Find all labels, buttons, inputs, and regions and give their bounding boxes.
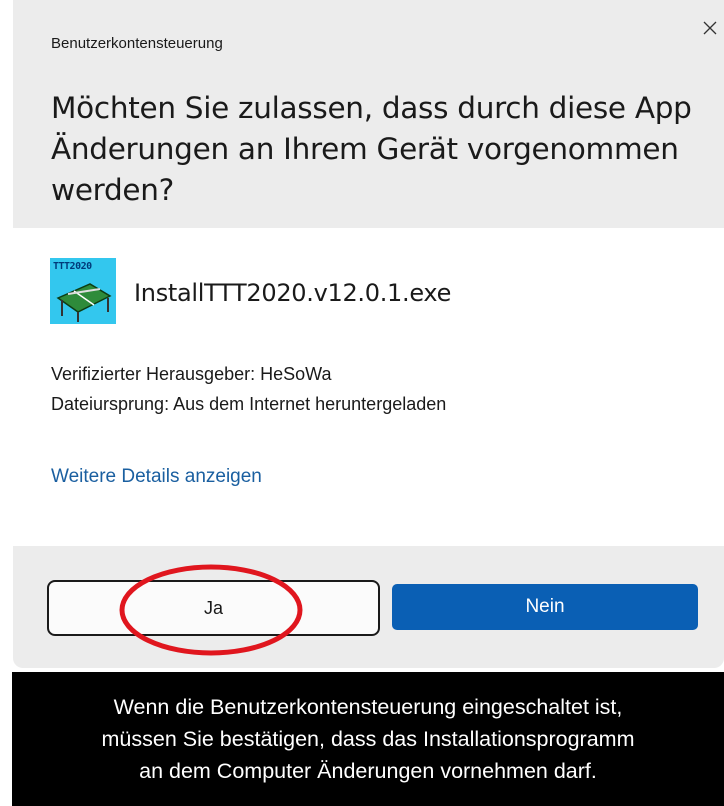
caption-box: Wenn die Benutzerkontensteuerung eingesc…: [12, 672, 724, 806]
app-icon-label: TTT2020: [53, 261, 92, 272]
dialog-footer: Ja Nein: [13, 546, 724, 668]
window-title: Benutzerkontensteuerung: [51, 35, 223, 52]
no-button[interactable]: Nein: [392, 584, 698, 630]
publisher-info: Verifizierter Herausgeber: HeSoWa: [51, 364, 332, 384]
caption-line: müssen Sie bestätigen, dass das Installa…: [101, 727, 635, 751]
app-icon: TTT2020: [50, 258, 116, 324]
more-details-link[interactable]: Weitere Details anzeigen: [51, 466, 262, 488]
app-file-name: InstallTTT2020.v12.0.1.exe: [134, 279, 452, 307]
close-button[interactable]: [696, 14, 724, 42]
yes-button[interactable]: Ja: [47, 580, 380, 636]
dialog-header: Benutzerkontensteuerung Möchten Sie zula…: [13, 0, 724, 228]
permission-question: Möchten Sie zulassen, dass durch diese A…: [51, 91, 692, 207]
close-icon: [703, 21, 717, 35]
uac-dialog: Benutzerkontensteuerung Möchten Sie zula…: [13, 0, 724, 668]
caption-line: an dem Computer Änderungen vornehmen dar…: [139, 759, 597, 783]
caption-line: Wenn die Benutzerkontensteuerung eingesc…: [113, 695, 623, 719]
origin-info: Dateiursprung: Aus dem Internet herunter…: [51, 394, 447, 414]
